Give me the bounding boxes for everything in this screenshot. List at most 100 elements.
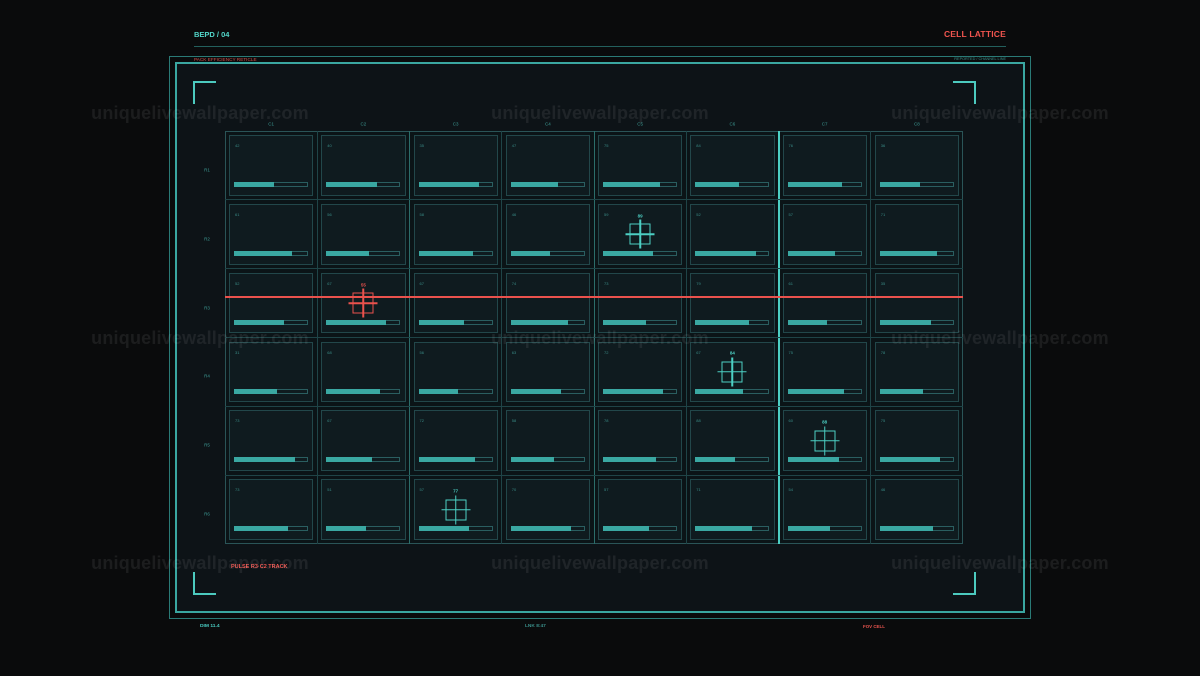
column-label: C8 xyxy=(913,121,920,127)
cell-level-fill xyxy=(510,457,554,463)
cell-id-label: 52 xyxy=(696,211,701,217)
cell-id-label: 60 xyxy=(788,418,793,424)
cell-level-fill xyxy=(510,388,562,394)
column-label: C2 xyxy=(360,121,367,127)
cell-id-label: 73 xyxy=(235,487,240,493)
cell-level-fill xyxy=(326,526,367,532)
crosshair-vertical xyxy=(639,219,641,249)
cell-level-fill xyxy=(326,319,387,325)
row-label: R5 xyxy=(204,442,210,448)
cell-level-bar xyxy=(787,526,862,532)
cell-id-label: 75 xyxy=(788,349,793,355)
cell-id-label: 47 xyxy=(511,143,517,148)
cell-id-label: 59 xyxy=(604,211,609,217)
cell-id-label: 67 xyxy=(327,418,332,424)
cell-level-bar xyxy=(326,250,401,256)
cell-level-bar xyxy=(234,250,308,256)
cell-level-fill xyxy=(603,457,657,463)
cell-id-label: 67 xyxy=(327,280,332,286)
cell-level-bar xyxy=(234,319,308,325)
cell-id-label: 63 xyxy=(511,349,517,355)
cell-id-label: 57 xyxy=(604,487,609,493)
cell-id-label: 36 xyxy=(880,143,886,148)
cell-level-bar xyxy=(787,457,862,463)
cell-level-bar xyxy=(510,457,585,463)
cell-level-fill xyxy=(418,388,458,394)
cell-level-fill xyxy=(787,182,842,187)
footer-dim-readout: DIM 11.4 xyxy=(200,624,220,629)
cell-level-bar xyxy=(879,526,954,532)
footer-fov-readout: FOV CELL xyxy=(863,624,885,629)
cell-id-label: 54 xyxy=(788,487,793,493)
cell-id-label: 57 xyxy=(788,211,793,217)
cell-id-label: 78 xyxy=(604,418,609,424)
cell-level-bar xyxy=(603,319,677,325)
row-label: R4 xyxy=(204,373,210,379)
cell-level-fill xyxy=(234,182,274,187)
cell-level-bar xyxy=(787,319,862,325)
cell-id-label: 75 xyxy=(880,418,886,424)
cell-level-bar xyxy=(879,319,954,325)
grid-line-horizontal xyxy=(225,405,963,407)
corner-bracket-top-right xyxy=(953,81,976,104)
cell-id-label: 35 xyxy=(419,143,424,148)
cell-level-bar xyxy=(418,526,493,532)
cell-level-fill xyxy=(603,388,663,394)
cell-level-bar xyxy=(603,457,677,463)
marker-label: 77 xyxy=(453,488,459,494)
marker-label: 88 xyxy=(822,419,828,425)
column-label: C6 xyxy=(729,121,736,127)
cell-id-label: 67 xyxy=(696,349,701,355)
cell-level-fill xyxy=(879,250,938,256)
cell-level-fill xyxy=(879,388,924,394)
cell-level-bar xyxy=(510,250,585,256)
cell-level-bar xyxy=(787,250,862,256)
cell-level-bar xyxy=(418,250,493,256)
cell-level-bar xyxy=(510,182,585,187)
cell-level-fill xyxy=(787,250,835,256)
cell-level-fill xyxy=(234,388,277,394)
cell-id-label: 88 xyxy=(696,418,701,424)
cell-level-fill xyxy=(510,319,568,325)
cell-level-bar xyxy=(418,182,493,187)
row-label: R3 xyxy=(204,305,210,311)
marker-label: 55 xyxy=(360,282,366,288)
crosshair-vertical xyxy=(362,288,365,318)
cell-level-fill xyxy=(695,388,743,394)
cell-level-fill xyxy=(695,526,753,532)
cell-level-bar xyxy=(879,250,954,256)
row-label: R2 xyxy=(204,236,210,242)
corner-bracket-top-left xyxy=(193,81,216,104)
cell-level-bar xyxy=(695,526,770,532)
header-title: CELL LATTICE xyxy=(943,29,1006,39)
cell-level-fill xyxy=(234,250,292,256)
cell-level-fill xyxy=(234,457,295,463)
cell-level-fill xyxy=(879,526,934,532)
cell-level-bar xyxy=(510,526,585,532)
cell-id-label: 51 xyxy=(327,487,332,493)
cell-id-label: 56 xyxy=(419,349,424,355)
cell-id-label: 58 xyxy=(419,211,424,217)
cell-level-bar xyxy=(787,182,862,187)
crosshair-vertical xyxy=(454,495,457,525)
cell-level-bar xyxy=(695,388,770,394)
cell-level-bar xyxy=(418,388,493,394)
cell-level-bar xyxy=(787,388,862,394)
corner-bracket-bottom-right xyxy=(953,572,976,595)
cell-level-bar xyxy=(603,388,677,394)
cell-level-bar xyxy=(879,457,954,463)
cell-id-label: 75 xyxy=(604,143,609,148)
row-label: R6 xyxy=(204,511,210,517)
column-label: C1 xyxy=(268,121,275,127)
cell-level-fill xyxy=(418,526,469,532)
cell-id-label: 57 xyxy=(419,487,424,493)
cell-level-fill xyxy=(418,457,476,463)
row-label: R1 xyxy=(204,167,210,173)
cell-level-bar xyxy=(234,182,308,187)
column-label: C4 xyxy=(544,121,551,127)
cell-level-fill xyxy=(326,182,377,187)
cell-level-fill xyxy=(603,182,660,187)
marker-label: 89 xyxy=(637,213,643,219)
cell-level-fill xyxy=(603,319,646,325)
header-rule xyxy=(194,46,1006,47)
